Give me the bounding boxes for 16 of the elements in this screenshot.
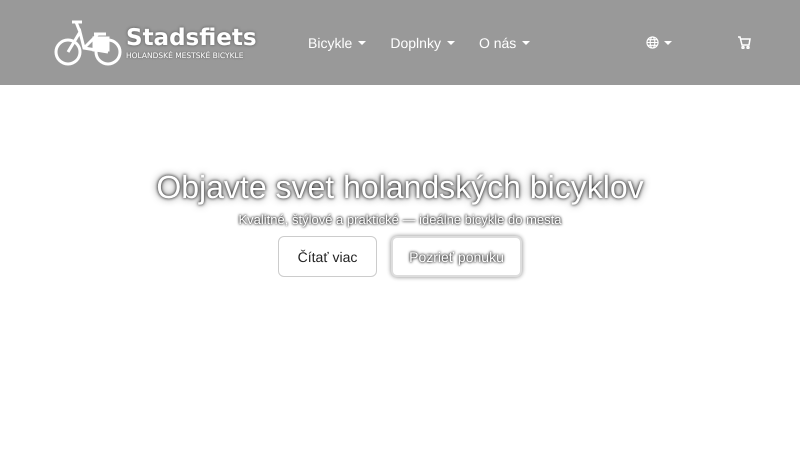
caret-icon (664, 40, 672, 44)
cart-icon[interactable] (737, 36, 751, 49)
globe-icon (646, 36, 659, 49)
nav-menu-link[interactable]: O nás (478, 34, 530, 50)
offer-button[interactable]: Pozrieť ponuku (391, 236, 522, 277)
hero-title: Objavte svet holandských bicyklov (156, 168, 644, 207)
caret-icon (522, 40, 530, 44)
bicycle-icon (54, 18, 124, 68)
caret-icon (358, 40, 366, 44)
language-menu[interactable] (646, 36, 672, 49)
read-more-button[interactable]: Čítať viac (278, 236, 377, 277)
nav-menu-link[interactable]: Bicykle (308, 34, 366, 50)
logo-name[interactable]: Stadsfiets (126, 25, 257, 51)
nav-menu-link[interactable]: Doplnky (390, 34, 455, 50)
hero-subtitle: Kvalitné, štýlové a praktické — ideálne bicykle do mesta (238, 212, 562, 227)
caret-icon (446, 40, 455, 44)
